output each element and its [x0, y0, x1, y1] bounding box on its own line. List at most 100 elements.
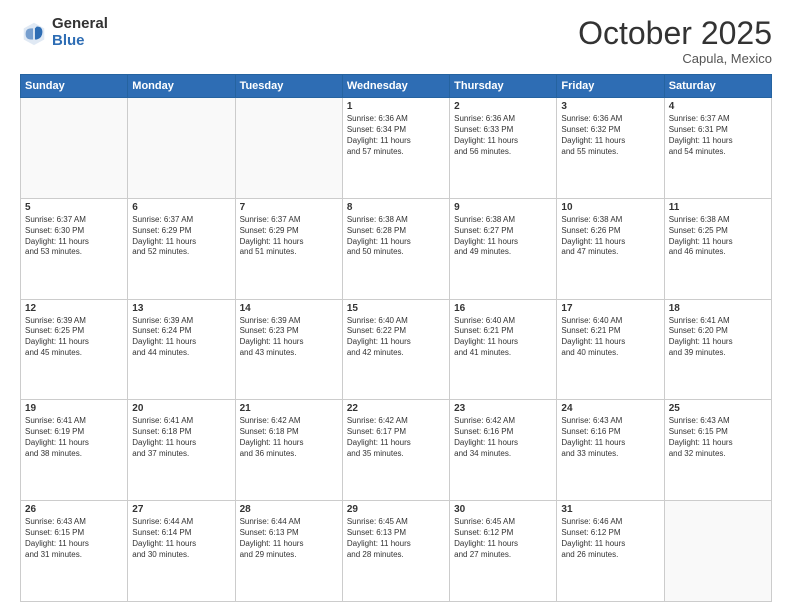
table-row: 13Sunrise: 6:39 AM Sunset: 6:24 PM Dayli…	[128, 299, 235, 400]
logo-blue-text: Blue	[52, 33, 108, 50]
day-info: Sunrise: 6:41 AM Sunset: 6:19 PM Dayligh…	[25, 416, 123, 459]
col-tuesday: Tuesday	[235, 75, 342, 98]
header-row: Sunday Monday Tuesday Wednesday Thursday…	[21, 75, 772, 98]
day-info: Sunrise: 6:38 AM Sunset: 6:27 PM Dayligh…	[454, 215, 552, 258]
day-info: Sunrise: 6:37 AM Sunset: 6:29 PM Dayligh…	[132, 215, 230, 258]
calendar-week-row: 19 Sunrise: 6:41 AM Sunset: 6:19 PM Dayli…	[21, 400, 772, 501]
table-row: 4 Sunrise: 6:37 AM Sunset: 6:31 PM Daylig…	[664, 98, 771, 199]
day-number: 5	[25, 202, 123, 213]
day-info: Sunrise: 6:46 AM Sunset: 6:12 PM Dayligh…	[561, 517, 659, 560]
day-info: Sunrise: 6:42 AM Sunset: 6:17 PM Dayligh…	[347, 416, 445, 459]
table-row: 21 Sunrise: 6:42 AM Sunset: 6:18 PM Dayli…	[235, 400, 342, 501]
day-number: 8	[347, 202, 445, 213]
table-row: 2 Sunrise: 6:36 AM Sunset: 6:33 PM Daylig…	[450, 98, 557, 199]
col-sunday: Sunday	[21, 75, 128, 98]
table-row: 18 Sunrise: 6:41 AM Sunset: 6:20 PM Dayli…	[664, 299, 771, 400]
logo-text: General Blue	[52, 16, 108, 49]
day-number: 19	[25, 403, 123, 414]
col-friday: Friday	[557, 75, 664, 98]
title-section: October 2025 Capula, Mexico	[578, 16, 772, 66]
table-row: 20Sunrise: 6:41 AM Sunset: 6:18 PM Dayli…	[128, 400, 235, 501]
day-number: 11	[669, 202, 767, 213]
day-info: Sunrise: 6:41 AM Sunset: 6:18 PM Dayligh…	[132, 416, 230, 459]
day-info: Sunrise: 6:39 AM Sunset: 6:24 PM Dayligh…	[132, 316, 230, 359]
table-row: 29 Sunrise: 6:45 AM Sunset: 6:13 PM Dayli…	[342, 501, 449, 602]
day-number: 7	[240, 202, 338, 213]
calendar-week-row: 26Sunrise: 6:43 AM Sunset: 6:15 PM Dayli…	[21, 501, 772, 602]
table-row: 12Sunrise: 6:39 AM Sunset: 6:25 PM Dayli…	[21, 299, 128, 400]
table-row: 16Sunrise: 6:40 AM Sunset: 6:21 PM Dayli…	[450, 299, 557, 400]
logo-icon	[20, 19, 48, 47]
table-row: 11 Sunrise: 6:38 AM Sunset: 6:25 PM Dayli…	[664, 198, 771, 299]
table-row: 6 Sunrise: 6:37 AM Sunset: 6:29 PM Daylig…	[128, 198, 235, 299]
day-number: 23	[454, 403, 552, 414]
table-row	[664, 501, 771, 602]
month-title: October 2025	[578, 16, 772, 51]
table-row	[235, 98, 342, 199]
day-number: 9	[454, 202, 552, 213]
day-number: 10	[561, 202, 659, 213]
day-number: 29	[347, 504, 445, 515]
logo: General Blue	[20, 16, 108, 49]
table-row: 26Sunrise: 6:43 AM Sunset: 6:15 PM Dayli…	[21, 501, 128, 602]
table-row: 3 Sunrise: 6:36 AM Sunset: 6:32 PM Daylig…	[557, 98, 664, 199]
day-number: 12	[25, 303, 123, 314]
location-subtitle: Capula, Mexico	[578, 51, 772, 66]
table-row: 28 Sunrise: 6:44 AM Sunset: 6:13 PM Dayli…	[235, 501, 342, 602]
day-info: Sunrise: 6:42 AM Sunset: 6:16 PM Dayligh…	[454, 416, 552, 459]
day-number: 18	[669, 303, 767, 314]
day-info: Sunrise: 6:40 AM Sunset: 6:21 PM Dayligh…	[561, 316, 659, 359]
day-info: Sunrise: 6:40 AM Sunset: 6:22 PM Dayligh…	[347, 316, 445, 359]
table-row: 27 Sunrise: 6:44 AM Sunset: 6:14 PM Dayli…	[128, 501, 235, 602]
day-info: Sunrise: 6:43 AM Sunset: 6:16 PM Dayligh…	[561, 416, 659, 459]
table-row: 23 Sunrise: 6:42 AM Sunset: 6:16 PM Dayli…	[450, 400, 557, 501]
table-row: 22 Sunrise: 6:42 AM Sunset: 6:17 PM Dayli…	[342, 400, 449, 501]
day-info: Sunrise: 6:44 AM Sunset: 6:14 PM Dayligh…	[132, 517, 230, 560]
day-number: 2	[454, 101, 552, 112]
col-monday: Monday	[128, 75, 235, 98]
day-info: Sunrise: 6:38 AM Sunset: 6:28 PM Dayligh…	[347, 215, 445, 258]
day-number: 4	[669, 101, 767, 112]
day-number: 31	[561, 504, 659, 515]
table-row: 31 Sunrise: 6:46 AM Sunset: 6:12 PM Dayli…	[557, 501, 664, 602]
col-saturday: Saturday	[664, 75, 771, 98]
day-number: 30	[454, 504, 552, 515]
day-info: Sunrise: 6:43 AM Sunset: 6:15 PM Dayligh…	[669, 416, 767, 459]
logo-general-text: General	[52, 16, 108, 33]
day-info: Sunrise: 6:37 AM Sunset: 6:29 PM Dayligh…	[240, 215, 338, 258]
day-info: Sunrise: 6:38 AM Sunset: 6:26 PM Dayligh…	[561, 215, 659, 258]
table-row: 15Sunrise: 6:40 AM Sunset: 6:22 PM Dayli…	[342, 299, 449, 400]
day-info: Sunrise: 6:39 AM Sunset: 6:23 PM Dayligh…	[240, 316, 338, 359]
day-info: Sunrise: 6:44 AM Sunset: 6:13 PM Dayligh…	[240, 517, 338, 560]
table-row: 9 Sunrise: 6:38 AM Sunset: 6:27 PM Daylig…	[450, 198, 557, 299]
table-row	[21, 98, 128, 199]
day-info: Sunrise: 6:42 AM Sunset: 6:18 PM Dayligh…	[240, 416, 338, 459]
day-number: 14	[240, 303, 338, 314]
day-info: Sunrise: 6:36 AM Sunset: 6:32 PM Dayligh…	[561, 114, 659, 157]
calendar-table: Sunday Monday Tuesday Wednesday Thursday…	[20, 74, 772, 602]
calendar-week-row: 12Sunrise: 6:39 AM Sunset: 6:25 PM Dayli…	[21, 299, 772, 400]
table-row: 17 Sunrise: 6:40 AM Sunset: 6:21 PM Dayli…	[557, 299, 664, 400]
day-info: Sunrise: 6:41 AM Sunset: 6:20 PM Dayligh…	[669, 316, 767, 359]
table-row	[128, 98, 235, 199]
table-row: 30 Sunrise: 6:45 AM Sunset: 6:12 PM Dayli…	[450, 501, 557, 602]
page: General Blue October 2025 Capula, Mexico…	[0, 0, 792, 612]
header: General Blue October 2025 Capula, Mexico	[20, 16, 772, 66]
day-number: 17	[561, 303, 659, 314]
day-info: Sunrise: 6:45 AM Sunset: 6:13 PM Dayligh…	[347, 517, 445, 560]
day-number: 22	[347, 403, 445, 414]
table-row: 7 Sunrise: 6:37 AM Sunset: 6:29 PM Daylig…	[235, 198, 342, 299]
calendar-week-row: 1Sunrise: 6:36 AM Sunset: 6:34 PM Daylig…	[21, 98, 772, 199]
day-info: Sunrise: 6:45 AM Sunset: 6:12 PM Dayligh…	[454, 517, 552, 560]
day-info: Sunrise: 6:37 AM Sunset: 6:31 PM Dayligh…	[669, 114, 767, 157]
day-number: 3	[561, 101, 659, 112]
day-number: 25	[669, 403, 767, 414]
day-number: 24	[561, 403, 659, 414]
day-number: 27	[132, 504, 230, 515]
day-info: Sunrise: 6:36 AM Sunset: 6:33 PM Dayligh…	[454, 114, 552, 157]
day-number: 28	[240, 504, 338, 515]
day-number: 6	[132, 202, 230, 213]
day-info: Sunrise: 6:38 AM Sunset: 6:25 PM Dayligh…	[669, 215, 767, 258]
table-row: 8 Sunrise: 6:38 AM Sunset: 6:28 PM Daylig…	[342, 198, 449, 299]
day-number: 21	[240, 403, 338, 414]
